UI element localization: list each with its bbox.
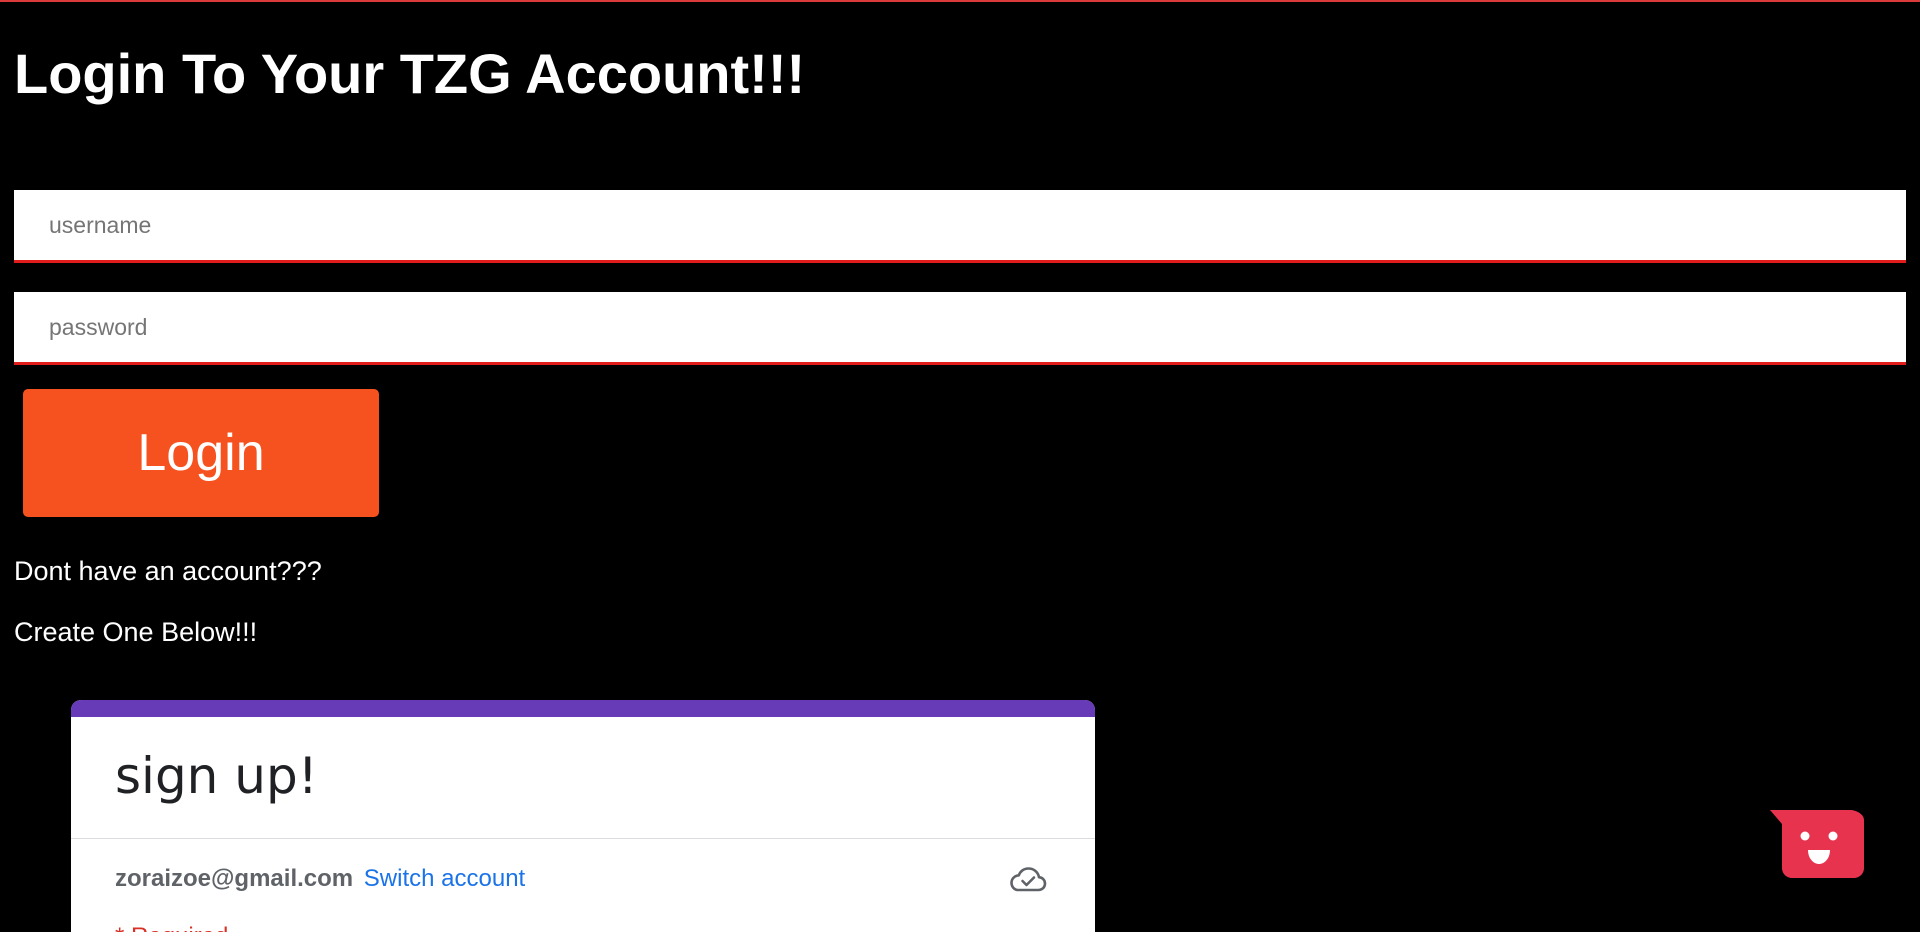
login-button[interactable]: Login xyxy=(23,389,379,517)
account-row: zoraizoe@gmail.com Switch account xyxy=(115,864,525,894)
password-input[interactable] xyxy=(14,292,1906,365)
username-input[interactable] xyxy=(14,190,1906,263)
switch-account-link[interactable]: Switch account xyxy=(364,865,525,892)
no-account-text: Dont have an account??? xyxy=(14,556,322,586)
chat-widget-button[interactable] xyxy=(1770,810,1864,878)
create-account-text: Create One Below!!! xyxy=(14,617,258,647)
smiley-chat-icon xyxy=(1770,810,1864,878)
page-title: Login To Your TZG Account!!! xyxy=(14,42,806,105)
signup-form-card: sign up! zoraizoe@gmail.com Switch accou… xyxy=(71,700,1095,932)
form-divider xyxy=(71,838,1095,839)
form-title: sign up! xyxy=(115,747,318,805)
form-accent-bar xyxy=(71,700,1095,717)
account-email: zoraizoe@gmail.com xyxy=(115,865,354,892)
cloud-check-icon xyxy=(1009,865,1047,895)
required-note: * Required xyxy=(115,922,228,932)
